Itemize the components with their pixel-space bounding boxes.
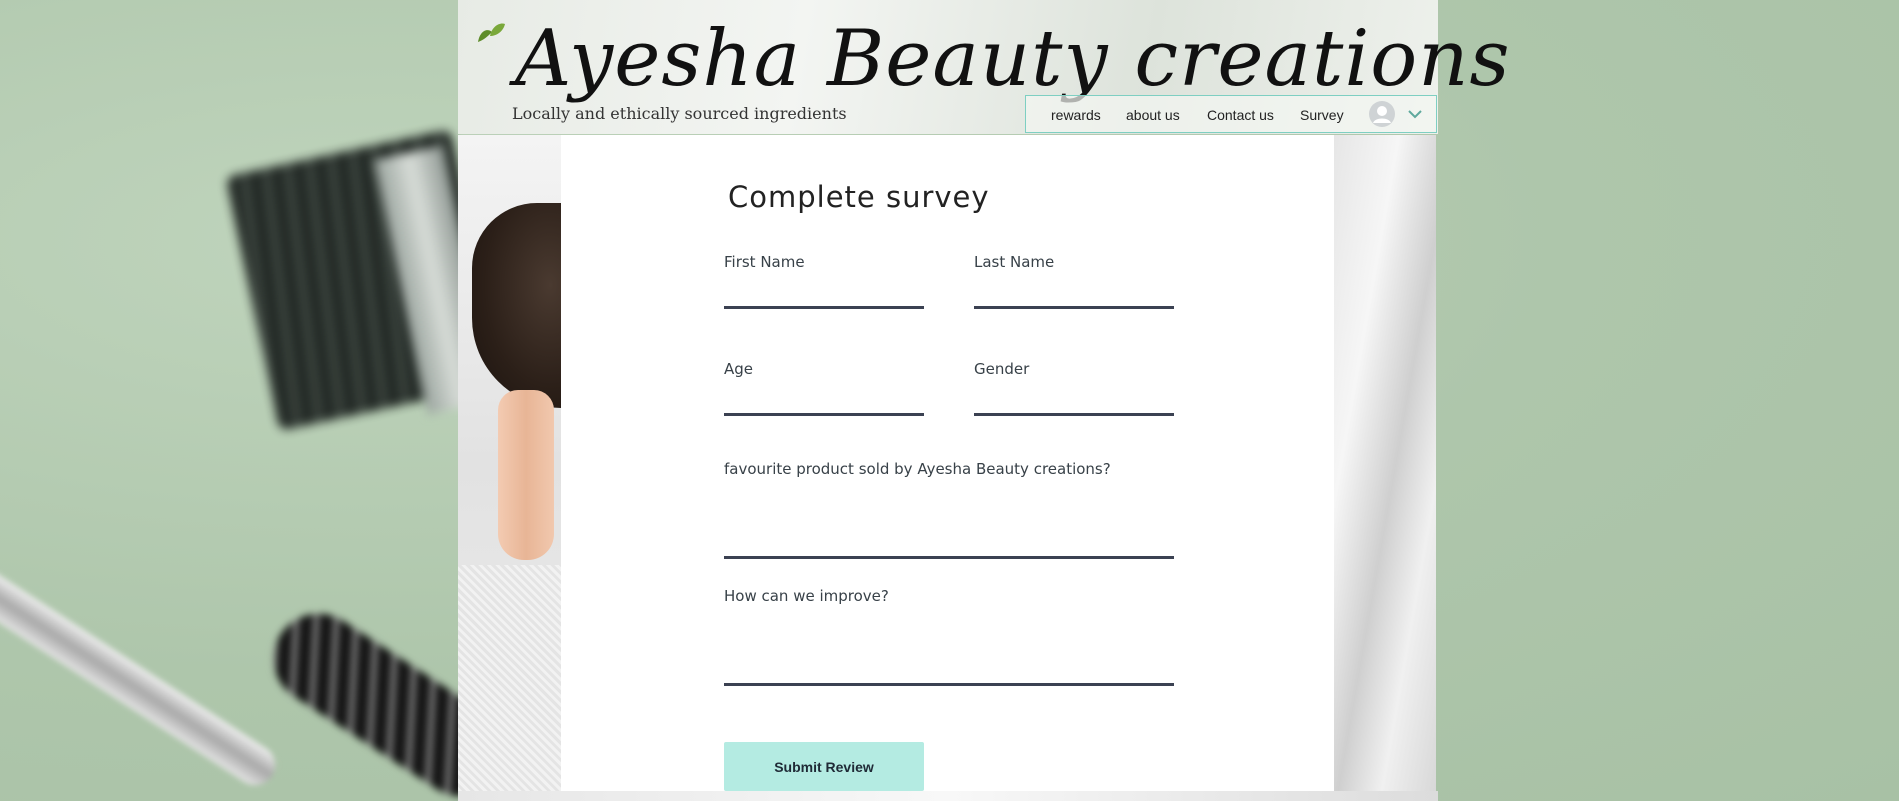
- favourite-product-label: favourite product sold by Ayesha Beauty …: [724, 460, 1111, 478]
- chevron-down-icon[interactable]: [1408, 109, 1422, 119]
- nav-item-contact-us[interactable]: Contact us: [1207, 107, 1274, 123]
- nav-item-rewards[interactable]: rewards: [1051, 107, 1101, 123]
- improve-label: How can we improve?: [724, 587, 889, 605]
- photo-hair: [472, 203, 561, 408]
- footer-strip: [458, 791, 1438, 801]
- submit-review-button[interactable]: Submit Review: [724, 742, 924, 791]
- gender-label: Gender: [974, 360, 1030, 378]
- gender-field[interactable]: [974, 387, 1174, 416]
- nav-item-survey[interactable]: Survey: [1300, 107, 1344, 123]
- favourite-product-field[interactable]: [724, 487, 1174, 559]
- page-title: Complete survey: [728, 180, 990, 214]
- user-avatar-icon[interactable]: [1369, 101, 1395, 127]
- leaf-logo-icon: [478, 23, 505, 42]
- side-photo-right: [1334, 135, 1436, 791]
- first-name-label: First Name: [724, 253, 805, 271]
- improve-field[interactable]: [724, 614, 1174, 686]
- brush-handle: [0, 563, 283, 793]
- age-label: Age: [724, 360, 754, 378]
- photo-hand: [498, 390, 554, 560]
- brand-tagline: Locally and ethically sourced ingredient…: [512, 104, 847, 123]
- nav-item-about-us[interactable]: about us: [1126, 107, 1180, 123]
- side-photo-left: [458, 135, 561, 791]
- last-name-field[interactable]: [974, 280, 1174, 309]
- first-name-field[interactable]: [724, 280, 924, 309]
- photo-towel: [458, 565, 561, 791]
- last-name-label: Last Name: [974, 253, 1055, 271]
- age-field[interactable]: [724, 387, 924, 416]
